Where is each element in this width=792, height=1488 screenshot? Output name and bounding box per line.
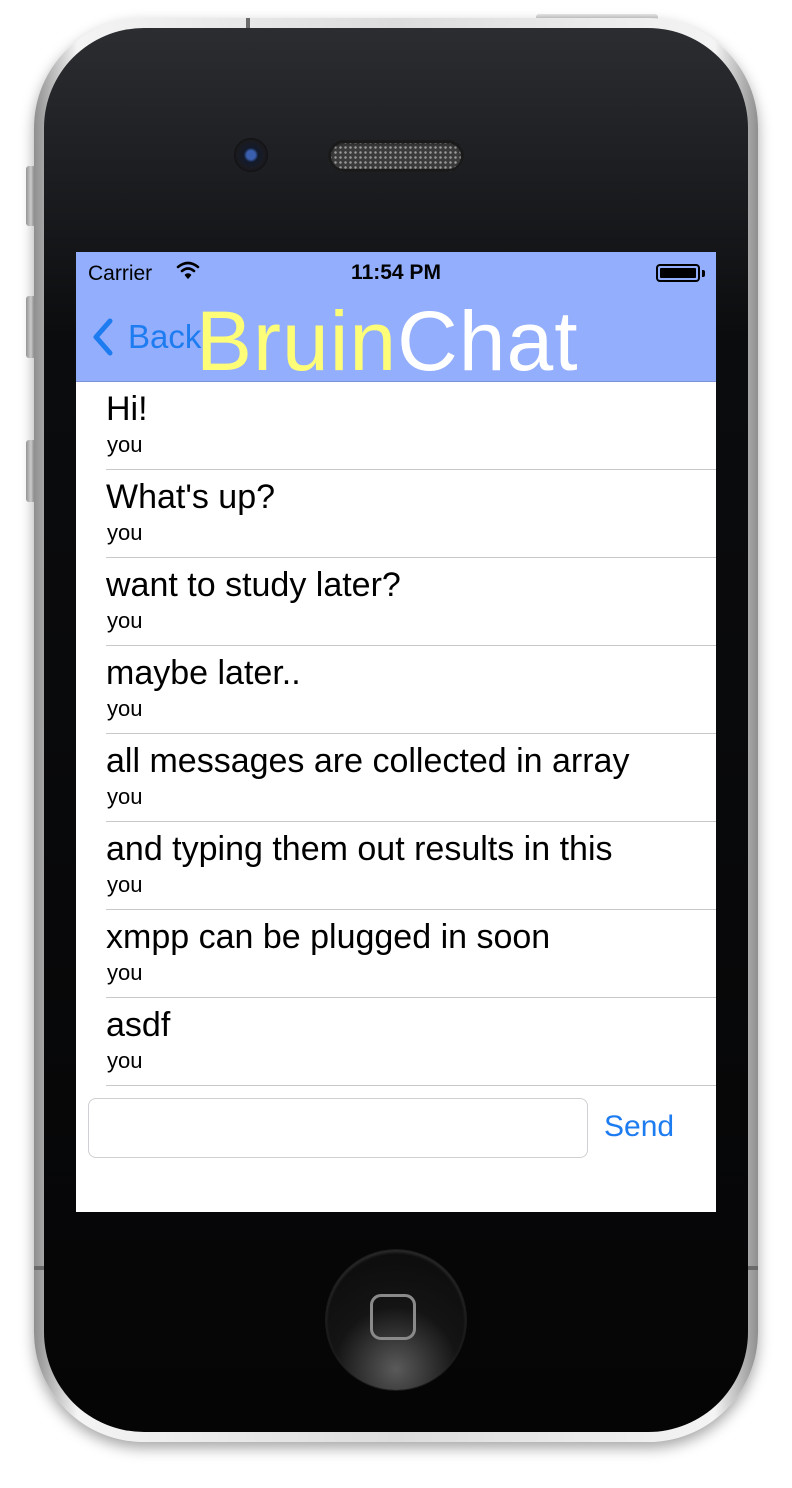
message-row[interactable]: xmpp can be plugged in soon you — [76, 910, 716, 998]
message-row[interactable]: all messages are collected in array you — [76, 734, 716, 822]
message-text: want to study later? — [106, 566, 401, 604]
front-camera-icon — [234, 138, 268, 172]
message-list[interactable]: Hi! you What's up? you want to study lat… — [76, 382, 716, 1086]
message-text: and typing them out results in this — [106, 830, 613, 868]
message-sender: you — [107, 696, 143, 721]
app-screen: Carrier 11:54 PM BruinChat Back Hi! you … — [76, 252, 716, 1212]
message-text: all messages are collected in array — [106, 742, 630, 780]
app-title: BruinChat — [196, 294, 579, 388]
message-sender: you — [107, 608, 143, 633]
back-button-label: Back — [128, 318, 202, 355]
app-title-chat: Chat — [397, 294, 579, 388]
message-row[interactable]: Hi! you — [76, 382, 716, 470]
message-text: What's up? — [106, 478, 276, 516]
message-text: maybe later.. — [106, 654, 301, 692]
earpiece-speaker-icon — [328, 140, 464, 172]
message-text: asdf — [106, 1006, 171, 1044]
message-text: Hi! — [106, 390, 148, 428]
back-button[interactable]: Back — [90, 314, 201, 360]
battery-tip-icon — [702, 270, 705, 277]
message-sender: you — [107, 784, 143, 809]
message-sender: you — [107, 432, 143, 457]
message-text: xmpp can be plugged in soon — [106, 918, 551, 956]
message-sender: you — [107, 1048, 143, 1073]
app-title-bruin: Bruin — [196, 294, 398, 388]
message-row[interactable]: What's up? you — [76, 470, 716, 558]
message-sender: you — [107, 960, 143, 985]
clock: 11:54 PM — [351, 261, 441, 284]
chevron-left-icon — [93, 318, 113, 356]
send-button[interactable]: Send — [604, 1110, 674, 1144]
message-input[interactable] — [88, 1098, 588, 1158]
status-bar: Carrier 11:54 PM — [76, 252, 716, 292]
message-sender: you — [107, 520, 143, 545]
message-row[interactable]: and typing them out results in this you — [76, 822, 716, 910]
home-button-icon[interactable] — [326, 1250, 466, 1390]
battery-icon — [656, 264, 700, 282]
message-row[interactable]: maybe later.. you — [76, 646, 716, 734]
navigation-bar: Carrier 11:54 PM BruinChat Back — [76, 252, 716, 388]
home-square-icon — [370, 1294, 416, 1340]
message-row[interactable]: asdf you — [76, 998, 716, 1086]
message-row[interactable]: want to study later? you — [76, 558, 716, 646]
message-sender: you — [107, 872, 143, 897]
